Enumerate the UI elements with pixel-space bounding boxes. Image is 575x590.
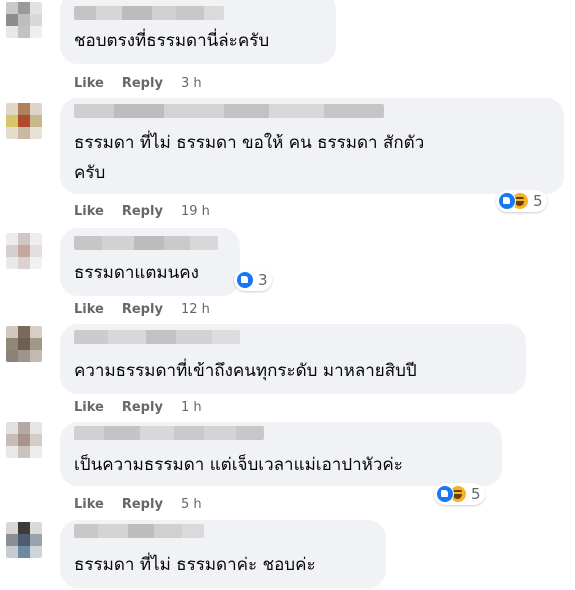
like-reaction-icon bbox=[436, 485, 454, 503]
reply-button[interactable]: Reply bbox=[122, 497, 163, 512]
reply-button[interactable]: Reply bbox=[122, 400, 163, 415]
comment-bubble: ชอบตรงที่ธรรมดานี่ล่ะครับ bbox=[60, 0, 336, 64]
reaction-summary[interactable]: 3 bbox=[234, 269, 272, 291]
comment-time[interactable]: 5 h bbox=[181, 497, 202, 512]
like-button[interactable]: Like bbox=[74, 204, 104, 219]
avatar[interactable] bbox=[6, 522, 42, 558]
like-reaction-icon bbox=[498, 192, 516, 210]
comment-text: ธรรมดาแตมนคง bbox=[74, 263, 199, 283]
like-button[interactable]: Like bbox=[74, 497, 104, 512]
comment-bubble: เป็นความธรรมดา แต่เจ็บเวลาแม่เอาปาหัวค่ะ bbox=[60, 422, 502, 486]
reply-button[interactable]: Reply bbox=[122, 204, 163, 219]
like-button[interactable]: Like bbox=[74, 76, 104, 91]
comment-actions: Like Reply 3 h bbox=[74, 74, 202, 92]
comment-text-line-2: ครับ bbox=[74, 163, 106, 183]
comment-bubble: ธรรมดา ที่ไม่ ธรรมดา ขอให้ คน ธรรมดา สัก… bbox=[60, 98, 564, 194]
reaction-summary[interactable]: 5 bbox=[496, 190, 547, 212]
comment-time[interactable]: 1 h bbox=[181, 400, 202, 415]
comment-time[interactable]: 19 h bbox=[181, 204, 210, 219]
like-button[interactable]: Like bbox=[74, 400, 104, 415]
comment-text: ธรรมดา ที่ไม่ ธรรมดาค่ะ ชอบค่ะ bbox=[74, 555, 316, 575]
comment-actions: Like Reply 5 h bbox=[74, 495, 202, 513]
comment-text: ชอบตรงที่ธรรมดานี่ล่ะครับ bbox=[74, 31, 270, 51]
comment-bubble: ธรรมดาแตมนคง bbox=[60, 228, 240, 296]
reply-button[interactable]: Reply bbox=[122, 302, 163, 317]
reaction-count: 5 bbox=[471, 485, 481, 503]
author-name-blurred[interactable] bbox=[74, 236, 218, 250]
author-name-blurred[interactable] bbox=[74, 426, 264, 440]
reaction-count: 5 bbox=[533, 192, 543, 210]
comment-text: เป็นความธรรมดา แต่เจ็บเวลาแม่เอาปาหัวค่ะ bbox=[74, 455, 403, 475]
avatar[interactable] bbox=[6, 326, 42, 362]
comment-time[interactable]: 12 h bbox=[181, 302, 210, 317]
comment-time[interactable]: 3 h bbox=[181, 76, 202, 91]
comment-bubble: ความธรรมดาที่เข้าถึงคนทุกระดับ มาหลายสิบ… bbox=[60, 324, 526, 394]
avatar[interactable] bbox=[6, 233, 42, 269]
comment-actions: Like Reply 19 h bbox=[74, 202, 210, 220]
comment-text: ความธรรมดาที่เข้าถึงคนทุกระดับ มาหลายสิบ… bbox=[74, 361, 417, 381]
author-name-blurred[interactable] bbox=[74, 524, 204, 538]
reply-button[interactable]: Reply bbox=[122, 76, 163, 91]
reaction-count: 3 bbox=[258, 271, 268, 289]
avatar[interactable] bbox=[6, 422, 42, 458]
like-button[interactable]: Like bbox=[74, 302, 104, 317]
reaction-summary[interactable]: 5 bbox=[434, 483, 485, 505]
author-name-blurred[interactable] bbox=[74, 104, 384, 118]
author-name-blurred[interactable] bbox=[74, 6, 224, 20]
comment-actions: Like Reply 1 h bbox=[74, 398, 202, 416]
author-name-blurred[interactable] bbox=[74, 330, 240, 344]
comment-bubble: ธรรมดา ที่ไม่ ธรรมดาค่ะ ชอบค่ะ bbox=[60, 520, 386, 588]
avatar[interactable] bbox=[6, 2, 42, 38]
comment-actions: Like Reply 12 h bbox=[74, 300, 210, 318]
comment-text-line-1: ธรรมดา ที่ไม่ ธรรมดา ขอให้ คน ธรรมดา สัก… bbox=[74, 133, 425, 153]
avatar[interactable] bbox=[6, 103, 42, 139]
like-reaction-icon bbox=[236, 271, 254, 289]
